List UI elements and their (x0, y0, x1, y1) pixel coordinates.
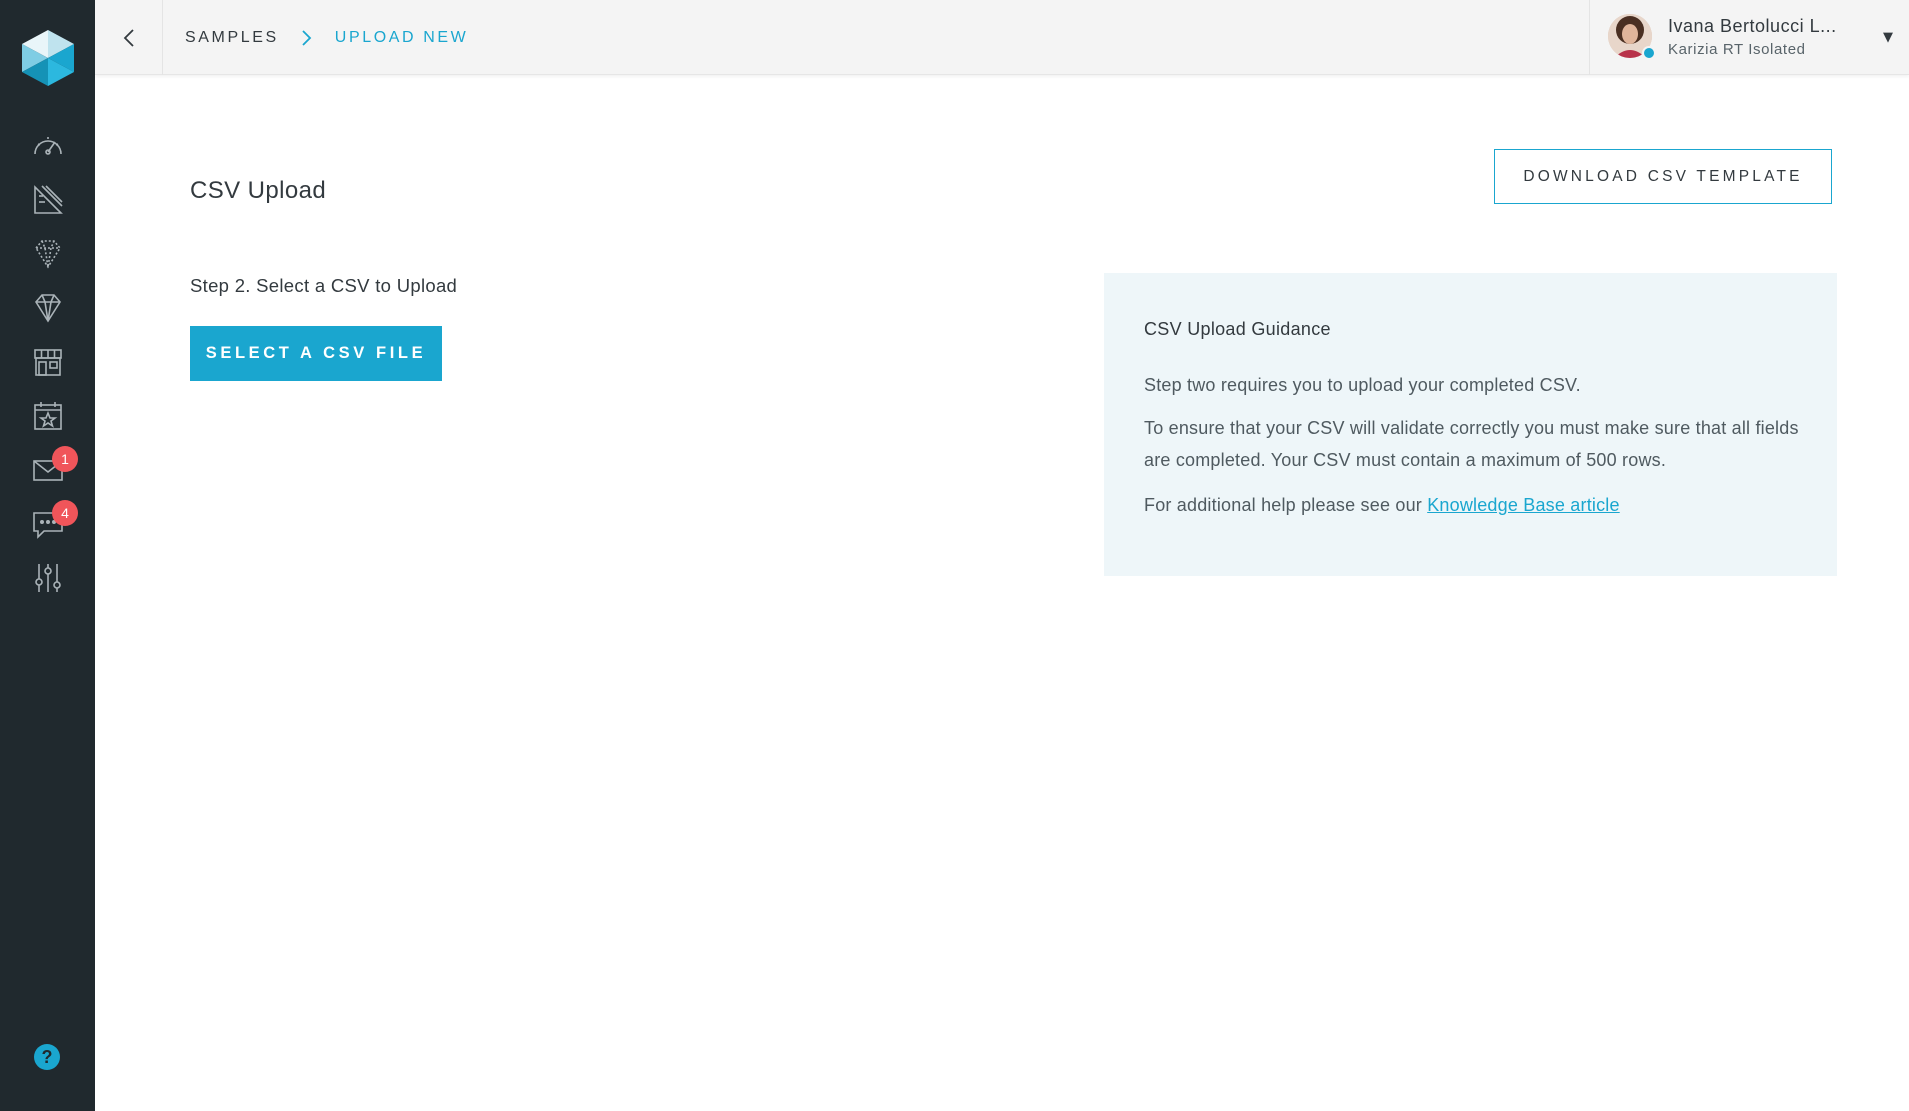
caret-down-icon: ▼ (1883, 30, 1893, 45)
store-icon[interactable] (24, 340, 72, 384)
download-csv-template-button[interactable]: DOWNLOAD CSV TEMPLATE (1494, 149, 1832, 204)
diamond-icon[interactable] (24, 286, 72, 330)
step-label: Step 2. Select a CSV to Upload (190, 275, 458, 296)
user-name: Ivana Bertolucci L... (1668, 16, 1837, 36)
design-tools-icon[interactable] (24, 178, 72, 222)
online-status-dot (1642, 46, 1656, 60)
chevron-right-icon (301, 29, 313, 47)
breadcrumb-samples[interactable]: SAMPLES (185, 29, 279, 47)
chat-count-badge: 4 (52, 500, 78, 526)
dashboard-icon[interactable] (24, 124, 72, 168)
top-bar: SAMPLES UPLOAD NEW Ivana Bertolucci L...… (95, 0, 1909, 75)
breadcrumb-upload-new: UPLOAD NEW (334, 28, 469, 46)
guidance-title: CSV Upload Guidance (1144, 319, 1331, 339)
mail-count-badge: 1 (52, 446, 78, 472)
chat-icon[interactable]: 4 (24, 500, 78, 546)
user-menu[interactable]: Ivana Bertolucci L... Karizia RT Isolate… (1589, 0, 1909, 75)
guidance-panel: CSV Upload Guidance Step two requires yo… (1104, 273, 1837, 576)
page-title: CSV Upload (190, 177, 327, 204)
calendar-star-icon[interactable] (24, 394, 72, 438)
user-organization: Karizia RT Isolated (1668, 41, 1806, 58)
breadcrumb: SAMPLES UPLOAD NEW (185, 0, 468, 75)
help-icon[interactable]: ? (34, 1044, 60, 1070)
guidance-help-text: For additional help please see our (1144, 495, 1428, 515)
guidance-paragraph-1: Step two requires you to upload your com… (1144, 375, 1581, 395)
gem-outline-icon[interactable] (24, 232, 72, 276)
guidance-paragraph-3: For additional help please see our Knowl… (1144, 489, 1804, 521)
chevron-left-icon (123, 28, 134, 47)
guidance-paragraph-2: To ensure that your CSV will validate co… (1144, 418, 1799, 470)
sidebar: 1 4 ? (0, 0, 95, 1111)
sliders-icon[interactable] (24, 556, 72, 600)
back-button[interactable] (95, 0, 163, 75)
knowledge-base-link[interactable]: Knowledge Base article (1427, 495, 1620, 515)
mail-icon[interactable]: 1 (24, 446, 78, 492)
select-csv-file-button[interactable]: SELECT A CSV FILE (190, 326, 442, 381)
hexagon-cube-logo[interactable] (22, 30, 74, 86)
